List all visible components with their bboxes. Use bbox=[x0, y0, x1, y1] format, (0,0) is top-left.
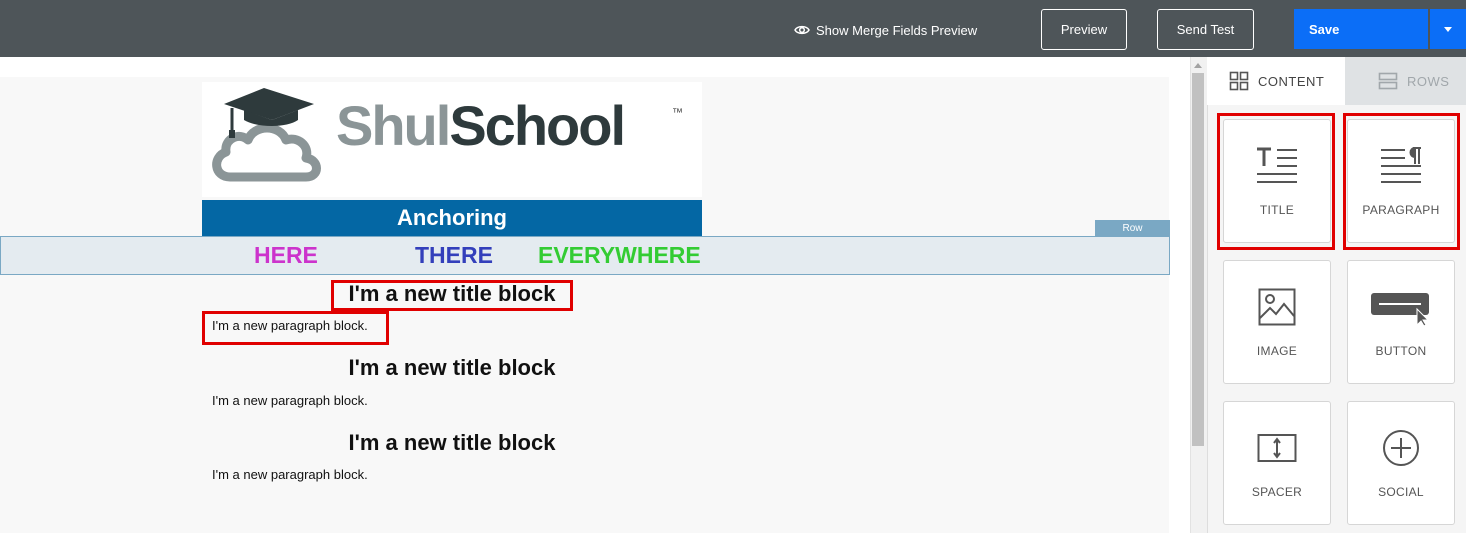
button-tile-label: BUTTON bbox=[1375, 344, 1427, 358]
title-highlight-box bbox=[331, 280, 573, 311]
title-tile-highlight-box bbox=[1217, 113, 1335, 250]
word-there: THERE bbox=[415, 242, 493, 268]
merge-preview-label: Show Merge Fields Preview bbox=[816, 22, 978, 38]
title-block[interactable]: I'm a new title block bbox=[202, 430, 702, 456]
image-tile[interactable]: IMAGE bbox=[1223, 260, 1331, 384]
paragraph-highlight-box bbox=[202, 311, 389, 345]
send-test-button[interactable]: Send Test bbox=[1157, 9, 1254, 50]
title-block[interactable]: I'm a new title block bbox=[202, 355, 702, 381]
eye-icon bbox=[794, 25, 810, 35]
word-here: HERE bbox=[254, 242, 318, 268]
word-everywhere: EVERYWHERE bbox=[538, 242, 701, 268]
image-tile-label: IMAGE bbox=[1256, 344, 1298, 358]
save-options-dropdown[interactable] bbox=[1430, 9, 1466, 49]
trademark-symbol: ™ bbox=[672, 107, 683, 119]
tab-content-label: CONTENT bbox=[1258, 73, 1325, 89]
button-icon bbox=[1371, 293, 1430, 327]
row-badge[interactable]: Row bbox=[1095, 220, 1170, 237]
scroll-up-arrow-icon[interactable] bbox=[1194, 63, 1202, 68]
tab-content[interactable]: CONTENT bbox=[1207, 57, 1345, 105]
rows-icon bbox=[1378, 72, 1398, 90]
preview-button[interactable]: Preview bbox=[1041, 9, 1127, 50]
spacer-tile-label: SPACER bbox=[1251, 485, 1303, 499]
tab-rows[interactable]: ROWS bbox=[1345, 57, 1466, 105]
button-tile[interactable]: BUTTON bbox=[1347, 260, 1455, 384]
tab-rows-label: ROWS bbox=[1407, 73, 1450, 89]
social-icon bbox=[1383, 430, 1419, 466]
image-icon bbox=[1258, 288, 1296, 326]
paragraph-tile-highlight-box bbox=[1343, 113, 1460, 250]
spacer-icon bbox=[1257, 434, 1297, 462]
social-tile[interactable]: SOCIAL bbox=[1347, 401, 1455, 525]
logo-wordmark: ShulSchool bbox=[336, 94, 626, 157]
scrollbar-thumb[interactable] bbox=[1192, 73, 1204, 446]
show-merge-fields-preview-toggle[interactable]: Show Merge Fields Preview bbox=[794, 20, 977, 40]
spacer-tile[interactable]: SPACER bbox=[1223, 401, 1331, 525]
grid-icon bbox=[1229, 71, 1249, 91]
header-title-bar[interactable]: Anchoring bbox=[202, 200, 702, 236]
paragraph-block[interactable]: I'm a new paragraph block. bbox=[212, 393, 368, 409]
social-tile-label: SOCIAL bbox=[1378, 485, 1424, 499]
save-button[interactable]: Save bbox=[1294, 9, 1428, 49]
paragraph-block[interactable]: I'm a new paragraph block. bbox=[212, 467, 368, 483]
chevron-down-icon bbox=[1444, 26, 1452, 32]
shulschool-logo-icon bbox=[212, 88, 321, 182]
